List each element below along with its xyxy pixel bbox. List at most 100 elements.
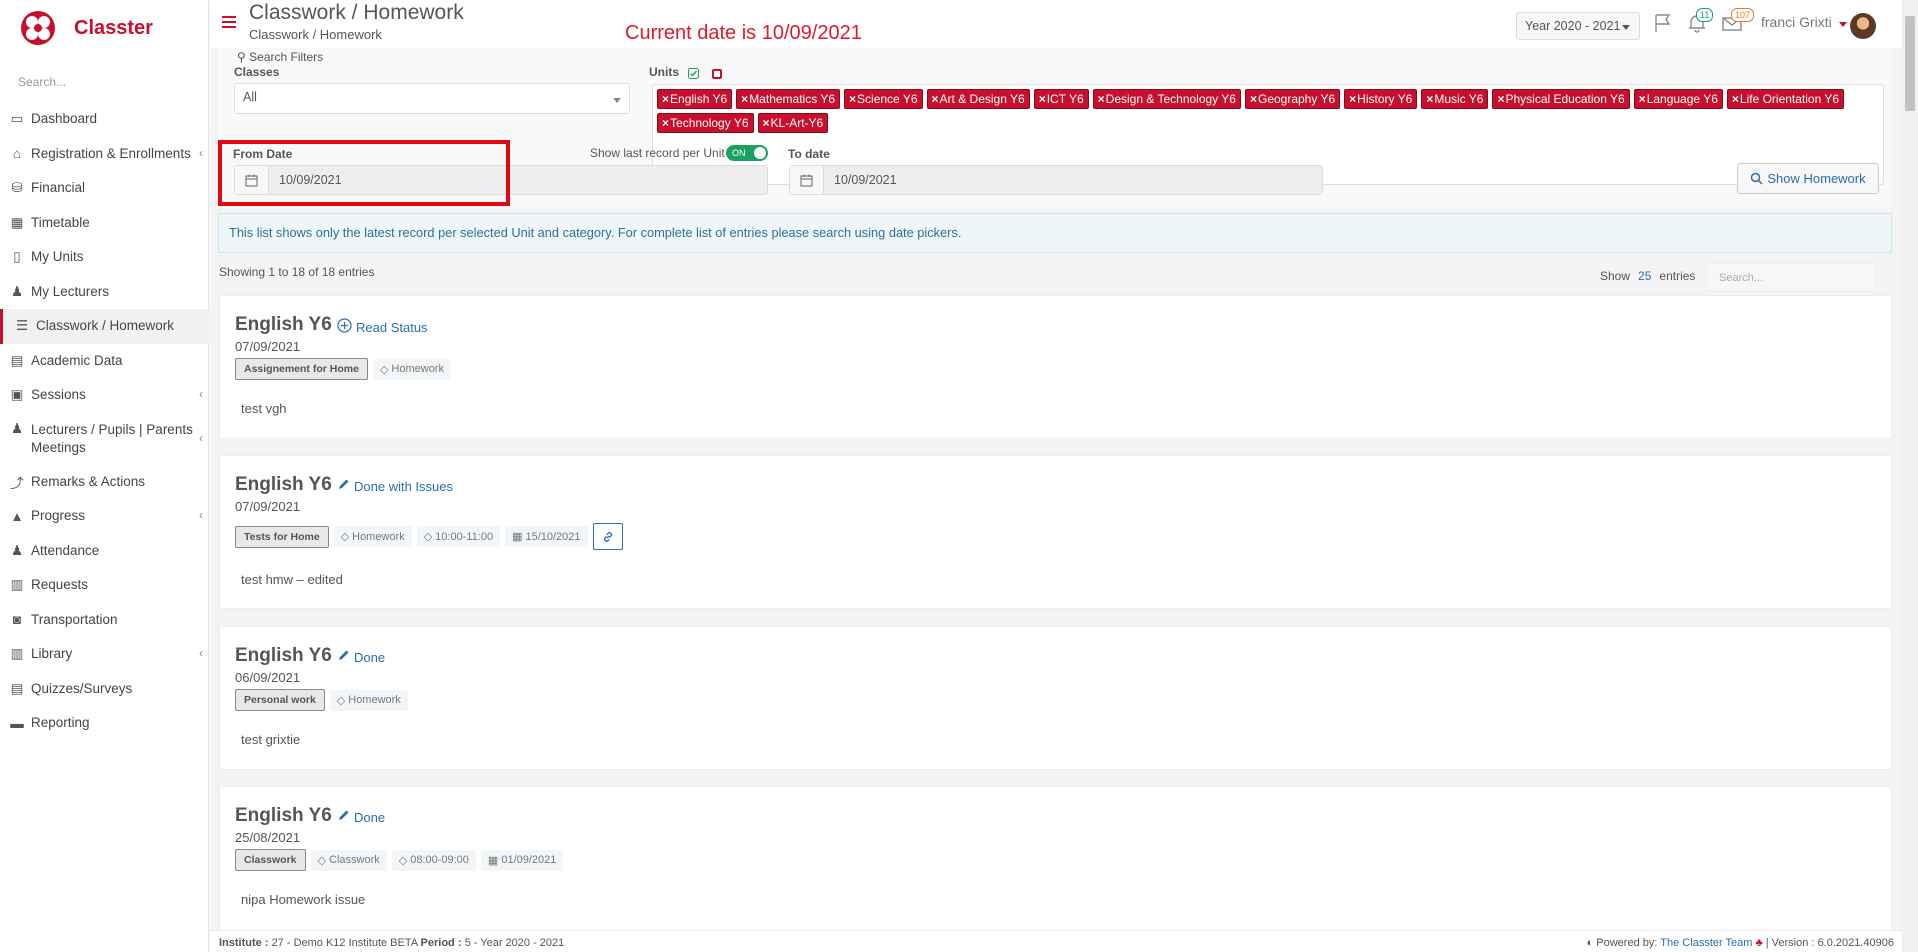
unit-tag[interactable]: ×Mathematics Y6 — [736, 89, 841, 109]
unit-tag[interactable]: ×Technology Y6 — [657, 113, 754, 133]
tag-icon: ◇ — [317, 854, 326, 867]
unit-tag[interactable]: ×Science Y6 — [844, 89, 923, 109]
to-date-input[interactable]: 10/09/2021 — [789, 165, 1323, 195]
year-select[interactable]: Year 2020 - 2021 — [1516, 12, 1640, 40]
unit-tag[interactable]: ×History Y6 — [1344, 89, 1418, 109]
sidebar-item-attendance[interactable]: ♟ Attendance — [0, 534, 209, 569]
sidebar-item-reporting[interactable]: ▬ Reporting — [0, 706, 209, 741]
show-homework-button[interactable]: Show Homework — [1737, 163, 1879, 194]
user-name[interactable]: franci Grixti — [1761, 14, 1832, 30]
homework-card: English Y6 Done 25/08/2021 Classwork ◇ Classw… — [219, 786, 1892, 936]
classes-select[interactable]: All — [234, 83, 630, 114]
remove-unit-icon[interactable]: × — [662, 116, 669, 130]
remove-unit-icon[interactable]: × — [741, 92, 748, 106]
unit-tag[interactable]: ×Geography Y6 — [1244, 89, 1341, 109]
card-status-link[interactable]: Done with Issues — [337, 478, 453, 494]
card-date: 07/09/2021 — [235, 499, 301, 514]
sidebar-item-label: Progress — [31, 508, 86, 524]
sidebar-item-label: Financial — [31, 180, 86, 196]
type-tag: ◇ Homework — [333, 526, 412, 547]
remove-unit-icon[interactable]: × — [849, 92, 856, 106]
book-icon: ▯ — [13, 249, 21, 265]
sidebar-item-requests[interactable]: ▥ Requests — [0, 568, 209, 603]
flag-icon[interactable] — [1652, 12, 1674, 34]
sidebar-item-remarks-actions[interactable]: ⤴ Remarks & Actions — [0, 465, 209, 500]
remove-unit-icon[interactable]: × — [1098, 92, 1105, 106]
category-tag: Assignement for Home — [235, 358, 368, 380]
info-alert: This list shows only the latest record p… — [218, 213, 1892, 253]
user-caret-icon[interactable] — [1839, 22, 1847, 27]
remove-unit-icon[interactable]: × — [932, 92, 939, 106]
table-search-input[interactable] — [1706, 263, 1876, 292]
unit-tag[interactable]: ×Music Y6 — [1421, 89, 1489, 109]
card-status-link[interactable]: Read Status — [337, 318, 428, 336]
remove-unit-icon[interactable]: × — [1039, 92, 1046, 106]
page-size-select[interactable]: 25 — [1638, 269, 1651, 283]
avatar[interactable] — [1850, 13, 1876, 39]
breadcrumb[interactable]: Classwork / Homework — [249, 27, 382, 42]
hamburger-menu-icon[interactable] — [222, 16, 236, 28]
unit-tag[interactable]: ×Life Orientation Y6 — [1726, 89, 1845, 109]
card-tags: Classwork ◇ Classwork ◇ 08:00-09:00 ▦ 01/09/20… — [235, 849, 564, 871]
sidebar-item-classwork-homework[interactable]: ☰ Classwork / Homework — [0, 309, 209, 344]
sidebar-item-transportation[interactable]: ◙ Transportation — [0, 603, 209, 638]
sidebar-item-dashboard[interactable]: ▭ Dashboard — [0, 102, 209, 137]
envelope-icon[interactable]: 107 — [1721, 8, 1755, 34]
sidebar-item-lecturers-pupils-parents-meetings[interactable]: ♟ Lecturers / Pupils | Parents Meetings ‹ — [0, 413, 209, 465]
sidebar-search-input[interactable] — [18, 72, 188, 92]
card-tags: Personal work ◇ Homework — [235, 689, 408, 711]
unit-tag[interactable]: ×Art & Design Y6 — [926, 89, 1030, 109]
unit-tag[interactable]: ×Language Y6 — [1633, 89, 1723, 109]
unit-tag[interactable]: ×English Y6 — [657, 89, 733, 109]
scrollbar-thumb[interactable] — [1905, 16, 1915, 111]
sidebar-item-academic-data[interactable]: ▤ Academic Data — [0, 344, 209, 379]
sidebar-item-quizzes-surveys[interactable]: ▤ Quizzes/Surveys — [0, 672, 209, 707]
last-record-toggle[interactable]: ON — [726, 145, 768, 161]
unit-tag[interactable]: ×Physical Education Y6 — [1492, 89, 1630, 109]
remove-unit-icon[interactable]: × — [1426, 92, 1433, 106]
remove-unit-icon[interactable]: × — [1349, 92, 1356, 106]
sidebar-item-sessions[interactable]: ▣ Sessions ‹ — [0, 378, 209, 413]
unit-tag[interactable]: ×KL-Art-Y6 — [757, 113, 829, 133]
clear-units-icon[interactable] — [712, 69, 722, 79]
attachment-link-button[interactable] — [592, 523, 623, 550]
sidebar-item-financial[interactable]: ⛁ Financial — [0, 171, 209, 206]
card-date: 06/09/2021 — [235, 670, 301, 685]
card-status-link[interactable]: Done — [337, 809, 385, 825]
bus-icon: ◙ — [12, 612, 22, 628]
remove-unit-icon[interactable]: × — [763, 116, 770, 130]
category-tag: Tests for Home — [235, 525, 329, 548]
bell-icon[interactable]: 11 — [1686, 8, 1714, 34]
footer-powered: ◐ Powered by: The Classter Team ♣ | Vers… — [1586, 937, 1894, 949]
sidebar-item-registration-enrollments[interactable]: ⌂ Registration & Enrollments ‹ — [0, 137, 209, 172]
to-date-label: To date — [788, 147, 830, 161]
unit-tag[interactable]: ×Design & Technology Y6 — [1092, 89, 1241, 109]
sidebar-item-my-lecturers[interactable]: ♟ My Lecturers — [0, 275, 209, 310]
messages-badge: 107 — [1731, 8, 1755, 22]
unit-tag[interactable]: ×ICT Y6 — [1033, 89, 1089, 109]
remove-unit-icon[interactable]: × — [1250, 92, 1257, 106]
remove-unit-icon[interactable]: × — [662, 92, 669, 106]
sidebar-item-library[interactable]: ▥ Library ‹ — [0, 637, 209, 672]
remove-unit-icon[interactable]: × — [1732, 92, 1739, 106]
sidebar-item-label: Quizzes/Surveys — [31, 680, 133, 696]
page-scrollbar[interactable] — [1902, 0, 1918, 952]
search-filters-label[interactable]: ⚲ Search Filters — [237, 50, 323, 64]
academic-data-icon: ▤ — [10, 352, 24, 368]
remove-unit-icon[interactable]: × — [1639, 92, 1646, 106]
card-unit-title: English Y6 — [235, 805, 332, 826]
classter-team-link[interactable]: The Classter Team — [1660, 937, 1752, 949]
select-all-units-icon[interactable] — [688, 68, 699, 79]
sidebar-item-timetable[interactable]: ▦ Timetable — [0, 206, 209, 241]
sidebar-item-my-units[interactable]: ▯ My Units — [0, 240, 209, 275]
remove-unit-icon[interactable]: × — [1497, 92, 1504, 106]
calendar-icon[interactable] — [790, 166, 824, 194]
tag-icon: ◇ — [423, 531, 433, 543]
type-tag: ◇ Homework — [329, 689, 408, 711]
logo[interactable]: Classter — [18, 6, 153, 50]
sidebar-item-progress[interactable]: ▲ Progress ‹ — [0, 499, 209, 534]
tag-icon: ◇ — [340, 531, 350, 543]
pencil-icon — [337, 809, 350, 825]
card-tags: Assignement for Home ◇ Homework — [235, 358, 451, 380]
card-status-link[interactable]: Done — [337, 649, 385, 665]
